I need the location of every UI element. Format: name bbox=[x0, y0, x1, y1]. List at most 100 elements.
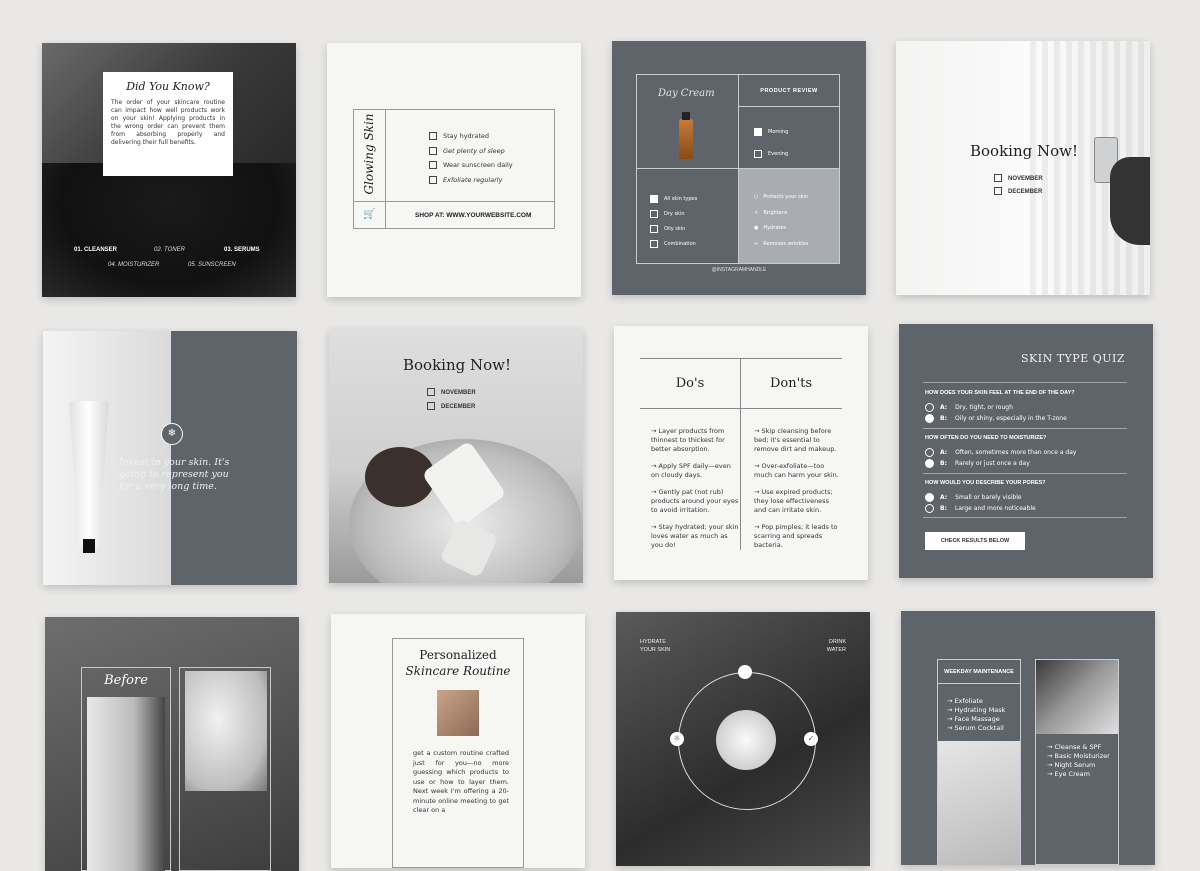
answer-option[interactable]: B: Rarely or just once a day bbox=[925, 458, 1076, 469]
time-evening[interactable]: Evening bbox=[754, 143, 788, 165]
card-glowing-skin[interactable]: Glowing Skin 🛒 Stay hydrated Get plenty … bbox=[327, 43, 581, 297]
benefit-item: ☼ Brightens bbox=[754, 209, 788, 216]
card-booking-white[interactable]: Booking Now! NOVEMBER DECEMBER bbox=[896, 41, 1150, 295]
top-rule bbox=[640, 358, 842, 359]
bottle-cap bbox=[682, 112, 690, 120]
quiz-title: SKIN TYPE QUIZ bbox=[1020, 352, 1125, 365]
checkbox-icon bbox=[429, 146, 437, 155]
type-item[interactable]: Oily skin bbox=[650, 222, 697, 237]
routine-body: get a custom routine crafted just for yo… bbox=[413, 749, 509, 814]
booking-title: Booking Now! bbox=[970, 142, 1079, 160]
answer-option[interactable]: A: Dry, tight, or rough bbox=[925, 402, 1067, 413]
checkbox-icon bbox=[650, 209, 658, 218]
check-item[interactable]: Wear sunscreen daily bbox=[429, 158, 513, 173]
list-item: → Exfoliate bbox=[947, 697, 983, 705]
rule-2 bbox=[923, 473, 1127, 474]
card-did-you-know[interactable]: Did You Know? The order of your skincare… bbox=[42, 43, 296, 297]
radio-icon bbox=[925, 448, 934, 457]
checkbox-icon bbox=[754, 127, 762, 136]
benefit-item: ○ Protects your skin bbox=[754, 194, 809, 200]
card-invest-quote[interactable]: ❄ Invest in your skin. It's going to rep… bbox=[43, 331, 297, 585]
vertical-title: Glowing Skin bbox=[362, 113, 376, 195]
list-item: → Hydrating Mask bbox=[947, 706, 1006, 714]
header-rule bbox=[937, 683, 1021, 684]
radio-icon bbox=[925, 403, 934, 412]
donts-item: → Skip cleansing before bed; it's essent… bbox=[754, 427, 837, 453]
maintenance-header: WEEKDAY MAINTENANCE bbox=[944, 669, 1014, 675]
check-item[interactable]: Get plenty of sleep bbox=[429, 144, 513, 159]
benefit-item: ≈ Removes wrinkles bbox=[754, 240, 809, 247]
hydrate-text: HYDRATE YOUR SKIN bbox=[640, 639, 671, 653]
list-item: → Face Massage bbox=[947, 715, 1000, 723]
sun-icon: ☼ bbox=[670, 732, 684, 746]
cart-icon: 🛒 bbox=[363, 209, 376, 220]
shop-link[interactable]: SHOP AT: WWW.YOURWEBSITE.COM bbox=[415, 212, 531, 219]
answer-option[interactable]: B: Oily or shiny, especially in the T-zon… bbox=[925, 413, 1067, 424]
card-booking-photo[interactable]: Booking Now! NOVEMBER DECEMBER bbox=[329, 329, 583, 583]
drop-icon: ● bbox=[754, 225, 759, 231]
list-item: → Serum Cocktail bbox=[947, 724, 1004, 732]
list-1: → Exfoliate → Hydrating Mask → Face Mass… bbox=[947, 697, 1005, 733]
benefit-list: ○ Protects your skin ☼ Brightens ● Hydrates… bbox=[754, 190, 808, 252]
donts-item: → Over-exfoliate—too much can harm your … bbox=[754, 462, 839, 479]
instagram-handle[interactable]: @INSTAGRAMHANDLE bbox=[612, 267, 866, 273]
radio-check-icon bbox=[925, 493, 934, 502]
card-title: Did You Know? bbox=[126, 80, 210, 93]
month-item[interactable]: NOVEMBER bbox=[994, 173, 1043, 186]
answer-option[interactable]: A: Often, sometimes more than once a day bbox=[925, 447, 1076, 458]
check-item[interactable]: Exfoliate regularly bbox=[429, 173, 513, 188]
title-line-2: Skincare Routine bbox=[405, 664, 511, 678]
month-item[interactable]: DECEMBER bbox=[994, 186, 1043, 199]
checkbox-icon bbox=[429, 175, 437, 184]
check-results-button[interactable]: CHECK RESULTS BELOW bbox=[925, 532, 1025, 550]
grid-h1 bbox=[738, 106, 840, 107]
card-skin-quiz[interactable]: SKIN TYPE QUIZ HOW DOES YOUR SKIN FEEL A… bbox=[899, 324, 1153, 578]
month-item[interactable]: DECEMBER bbox=[427, 400, 476, 414]
q1-answers: A: Dry, tight, or rough B: Oily or shiny, … bbox=[925, 402, 1067, 424]
cream-jar bbox=[716, 710, 776, 770]
booking-title: Booking Now! bbox=[403, 356, 512, 374]
rule-1 bbox=[923, 428, 1127, 429]
type-item[interactable]: All skin types bbox=[650, 192, 697, 207]
review-header: PRODUCT REVIEW bbox=[760, 88, 818, 94]
check-item[interactable]: Stay hydrated bbox=[429, 129, 513, 144]
mid-rule bbox=[640, 408, 842, 409]
donts-list: → Skip cleansing before bed; it's essent… bbox=[754, 427, 840, 550]
shield-icon: ○ bbox=[754, 194, 759, 200]
checkbox-icon bbox=[650, 239, 658, 248]
type-item[interactable]: Dry skin bbox=[650, 207, 697, 222]
list-item: → Night Serum bbox=[1047, 761, 1096, 769]
card-hydrate[interactable]: HYDRATE YOUR SKIN DRINK WATER ☼ ✓ bbox=[616, 612, 870, 866]
card-before[interactable]: Before bbox=[45, 617, 299, 871]
answer-option[interactable]: A: Small or barely visible bbox=[925, 492, 1036, 503]
checkbox-icon bbox=[650, 194, 658, 203]
list-item: → Cleanse & SPF bbox=[1047, 743, 1102, 751]
photo-before bbox=[87, 697, 165, 871]
time-morning[interactable]: Morning bbox=[754, 121, 788, 143]
card-weekday-maintenance[interactable]: WEEKDAY MAINTENANCE → Exfoliate → Hydrat… bbox=[901, 611, 1155, 865]
info-box: Did You Know? The order of your skincare… bbox=[103, 72, 233, 176]
logo-circle-icon: ❄ bbox=[161, 423, 183, 445]
type-item[interactable]: Combination bbox=[650, 237, 697, 252]
month-list: NOVEMBER DECEMBER bbox=[994, 173, 1043, 199]
product-title: Day Cream bbox=[658, 88, 715, 99]
checkbox-icon bbox=[427, 388, 435, 397]
step-3: 03. SERUMS bbox=[224, 247, 260, 253]
hand-silhouette bbox=[1110, 157, 1150, 245]
card-dos-donts[interactable]: Do's Don'ts → Layer products from thinne… bbox=[614, 326, 868, 580]
frame-divider-h bbox=[353, 201, 555, 202]
month-item[interactable]: NOVEMBER bbox=[427, 386, 476, 400]
card-product-review[interactable]: Day Cream PRODUCT REVIEW Morning Evening… bbox=[612, 41, 866, 295]
checkbox-icon bbox=[429, 161, 437, 169]
step-1: 01. CLEANSER bbox=[74, 247, 118, 253]
tube-cap bbox=[83, 539, 95, 553]
checkbox-icon bbox=[429, 132, 437, 140]
answer-option[interactable]: B: Large and more noticeable bbox=[925, 503, 1036, 514]
step-4: 04. MOISTURIZER bbox=[108, 262, 160, 268]
step-5: 05. SUNSCREEN bbox=[188, 262, 236, 268]
checkbox-icon bbox=[650, 224, 658, 233]
donts-item: → Pop pimples; it leads to scarring and … bbox=[754, 523, 838, 549]
card-personalized-routine[interactable]: Personalized Skincare Routine get a cust… bbox=[331, 614, 585, 868]
dos-title: Do's bbox=[675, 376, 705, 391]
list-item: → Basic Moisturizer bbox=[1047, 752, 1110, 760]
